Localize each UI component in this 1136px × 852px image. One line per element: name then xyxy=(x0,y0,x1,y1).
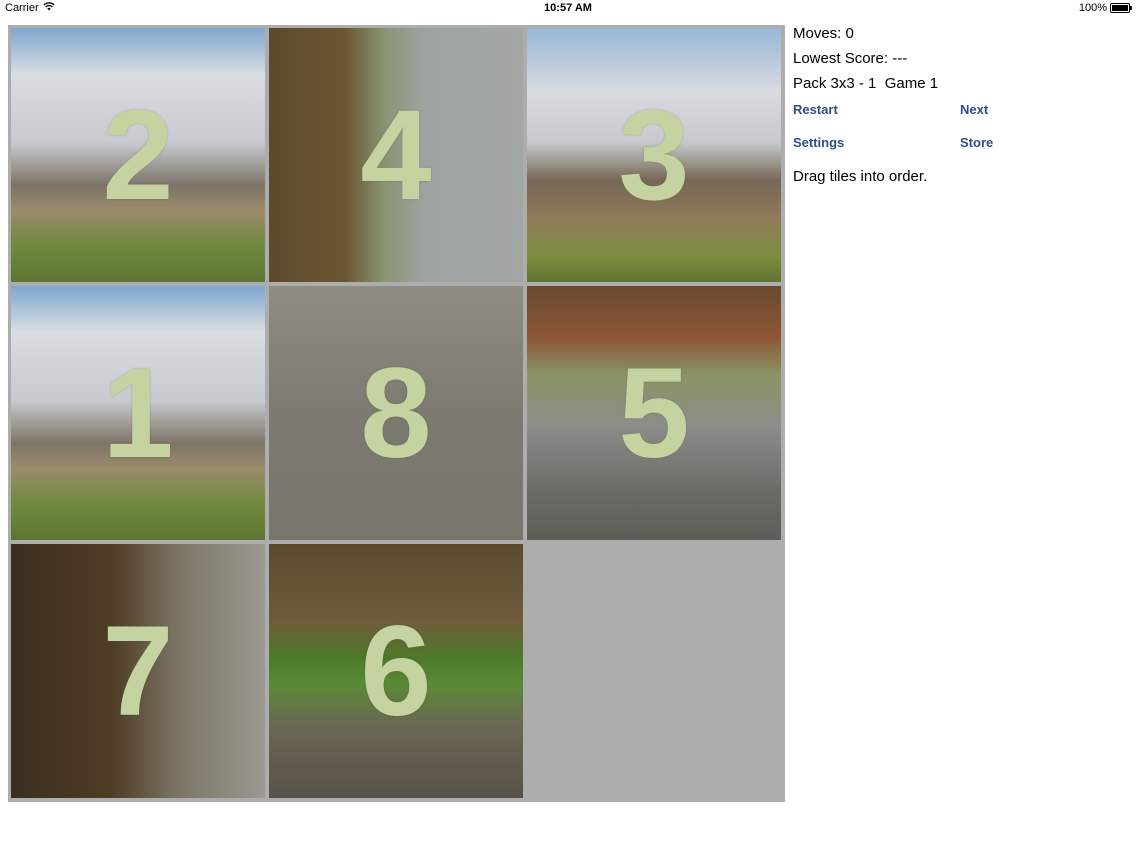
tile-8[interactable]: 8 xyxy=(269,286,523,540)
tile-1[interactable]: 1 xyxy=(11,286,265,540)
settings-button[interactable]: Settings xyxy=(793,135,844,150)
moves-counter: Moves: 0 xyxy=(793,25,854,42)
tile-number: 3 xyxy=(618,83,690,227)
instructions-text: Drag tiles into order. xyxy=(793,168,928,185)
tile-5[interactable]: 5 xyxy=(527,286,781,540)
tile-number: 4 xyxy=(360,83,432,227)
battery-percent: 100% xyxy=(1078,2,1107,14)
side-panel: Moves: 0 Lowest Score: --- Pack 3x3 - 1 … xyxy=(793,25,1123,185)
pack-game-label: Pack 3x3 - 1 Game 1 xyxy=(793,75,939,92)
tile-number: 2 xyxy=(102,83,174,227)
tile-6[interactable]: 6 xyxy=(269,544,523,798)
tile-7[interactable]: 7 xyxy=(11,544,265,798)
tile-number: 8 xyxy=(360,341,432,485)
tile-number: 6 xyxy=(360,599,432,743)
clock: 10:57 AM xyxy=(544,2,592,14)
restart-button[interactable]: Restart xyxy=(793,102,838,117)
button-row-2: Settings Store xyxy=(793,135,1123,168)
tile-2[interactable]: 2 xyxy=(11,28,265,282)
puzzle-board: 2 4 3 1 8 5 7 6 xyxy=(8,25,785,802)
store-button[interactable]: Store xyxy=(960,135,993,150)
lowest-score: Lowest Score: --- xyxy=(793,50,908,67)
tile-number: 1 xyxy=(102,341,174,485)
tile-4[interactable]: 4 xyxy=(269,28,523,282)
tile-3[interactable]: 3 xyxy=(527,28,781,282)
next-button[interactable]: Next xyxy=(960,102,988,117)
battery-icon xyxy=(1110,3,1132,13)
button-row-1: Restart Next xyxy=(793,102,1123,135)
empty-slot[interactable] xyxy=(527,544,781,798)
tile-number: 5 xyxy=(618,341,690,485)
status-bar: Carrier 10:57 AM 100% xyxy=(0,0,1136,18)
tile-number: 7 xyxy=(102,599,174,743)
status-right: 100% xyxy=(1078,2,1132,14)
